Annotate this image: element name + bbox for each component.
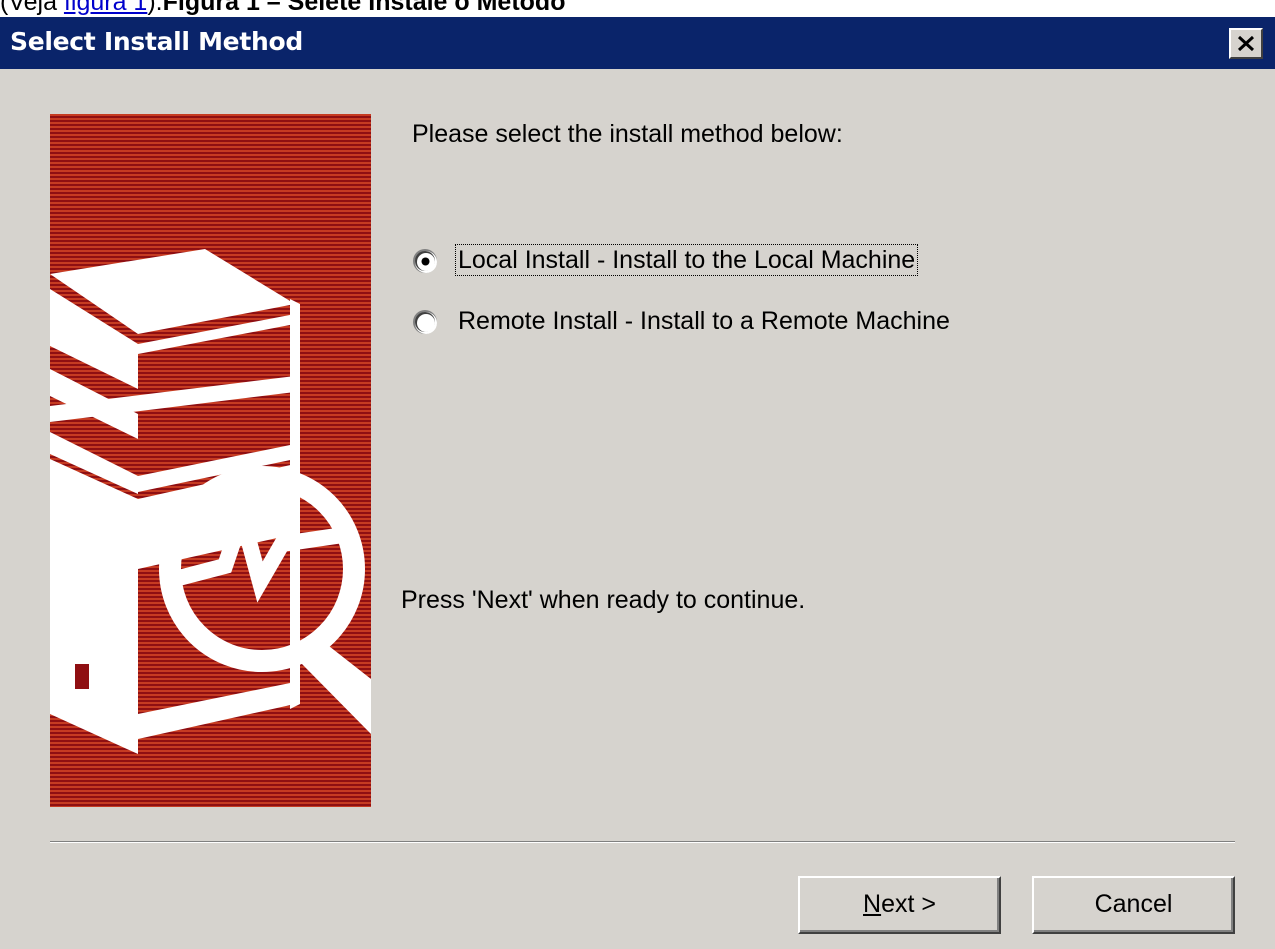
- install-method-prompt: Please select the install method below:: [412, 120, 843, 148]
- caption-prefix: (Veja: [0, 0, 64, 15]
- option-remote-install-label[interactable]: Remote Install - Install to a Remote Mac…: [456, 306, 952, 336]
- window-title: Select Install Method: [10, 27, 303, 56]
- next-mnemonic: N: [863, 890, 882, 918]
- option-local-install-label[interactable]: Local Install - Install to the Local Mac…: [454, 244, 919, 276]
- server-magnifier-icon: [50, 249, 371, 754]
- footer-separator: [50, 841, 1235, 843]
- cancel-button[interactable]: Cancel: [1032, 876, 1235, 934]
- radio-unselected-icon[interactable]: [412, 309, 438, 335]
- next-hint: Press 'Next' when ready to continue.: [401, 586, 806, 614]
- caption-figure-link[interactable]: figura 1: [64, 0, 147, 15]
- radio-selected-icon[interactable]: [412, 248, 438, 274]
- install-dialog: Select Install Method Please select the …: [0, 15, 1275, 949]
- next-button[interactable]: Next >: [798, 876, 1001, 934]
- server-banner-image: [50, 114, 371, 807]
- title-bar[interactable]: Select Install Method: [0, 17, 1275, 69]
- caption-middle: ).: [147, 0, 163, 15]
- page-caption: (Veja figura 1).Figura 1 – Selete Instal…: [0, 0, 1275, 15]
- close-button[interactable]: [1229, 28, 1263, 59]
- caption-figure-label: Figura 1 – Selete Instale o Metodo: [162, 0, 566, 15]
- close-icon: [1237, 35, 1255, 52]
- next-label: ext >: [881, 890, 936, 918]
